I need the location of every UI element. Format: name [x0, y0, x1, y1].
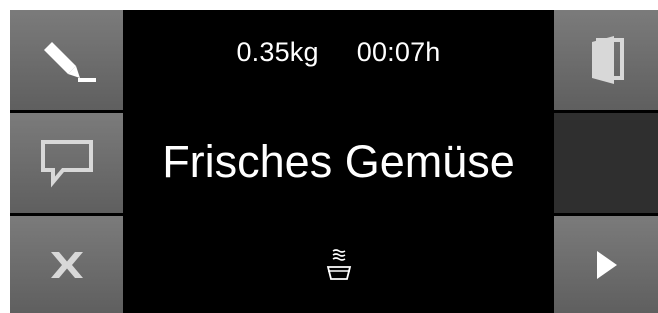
- steam-bowl-icon: [325, 247, 353, 290]
- play-icon: [591, 247, 621, 283]
- door-icon: [582, 32, 630, 88]
- cancel-button[interactable]: [10, 216, 123, 313]
- program-display: 0.35kg 00:07h Frisches Gemüse: [123, 10, 554, 313]
- comment-button[interactable]: [10, 113, 123, 213]
- status-line: 0.35kg 00:07h: [123, 37, 554, 68]
- door-button[interactable]: [554, 10, 658, 110]
- speech-bubble-icon: [37, 136, 97, 190]
- right-button-column: [554, 10, 658, 313]
- pencil-icon: [32, 32, 102, 88]
- close-icon: [47, 249, 87, 281]
- program-title: Frisches Gemüse: [162, 136, 515, 187]
- display-panel: 0.35kg 00:07h Frisches Gemüse: [10, 10, 658, 313]
- weight-value: 0.35kg: [236, 37, 319, 67]
- time-value: 00:07h: [356, 37, 441, 67]
- edit-button[interactable]: [10, 10, 123, 110]
- empty-button-slot: [554, 113, 658, 213]
- start-button[interactable]: [554, 216, 658, 313]
- left-button-column: [10, 10, 123, 313]
